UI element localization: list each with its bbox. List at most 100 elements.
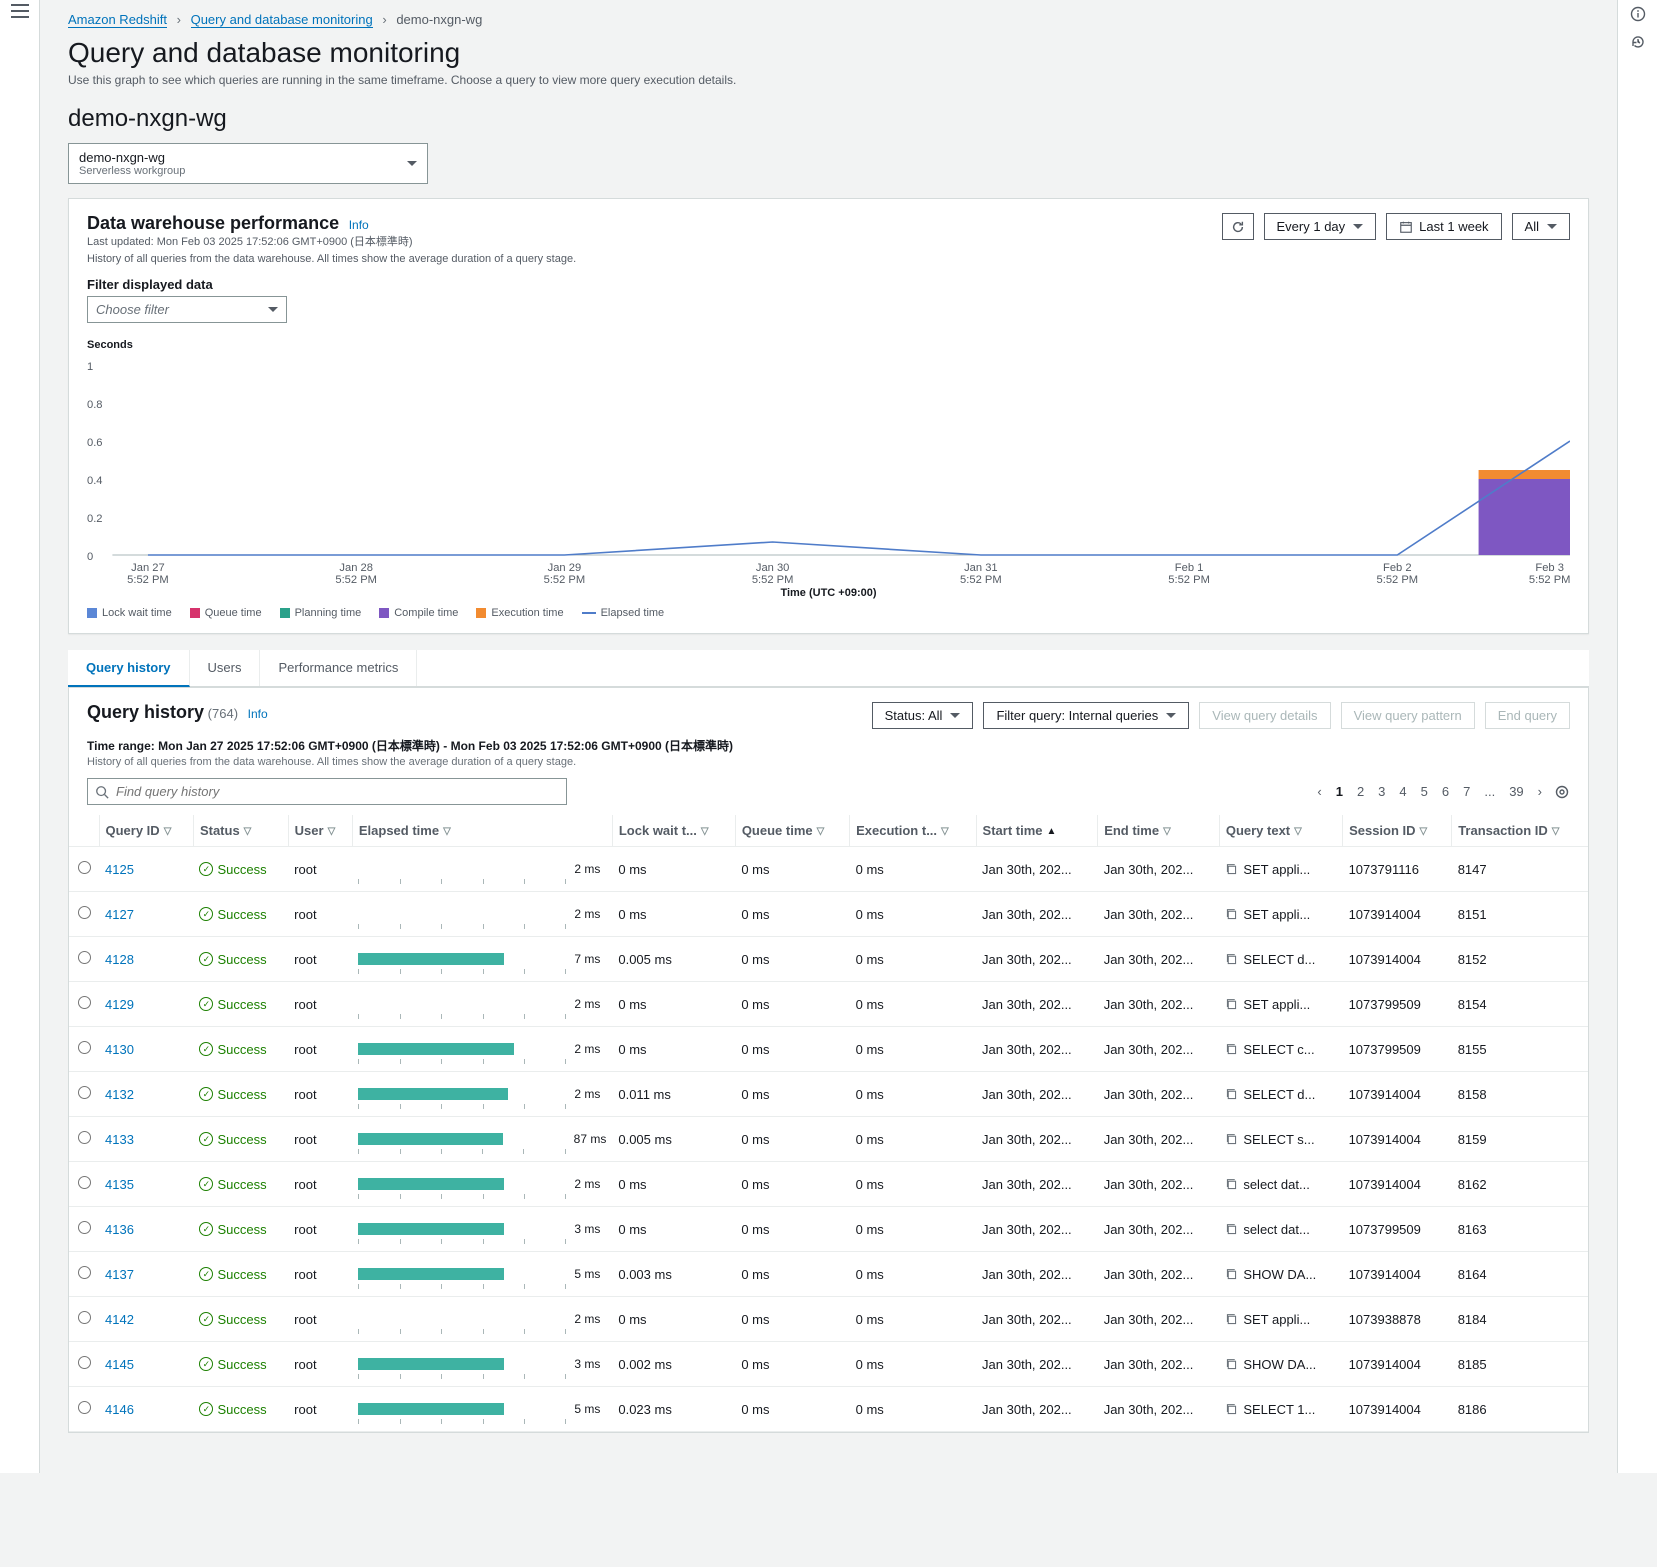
query-id-link[interactable]: 4128 (105, 952, 134, 967)
page-1[interactable]: 1 (1334, 782, 1345, 801)
query-id-link[interactable]: 4130 (105, 1042, 134, 1057)
col-lock[interactable]: Lock wait t...▽ (612, 815, 735, 847)
info-circle-icon[interactable] (1630, 6, 1646, 22)
row-radio[interactable] (78, 951, 91, 964)
query-id-link[interactable]: 4137 (105, 1267, 134, 1282)
row-radio[interactable] (78, 1041, 91, 1054)
query-id-link[interactable]: 4142 (105, 1312, 134, 1327)
query-id-link[interactable]: 4125 (105, 862, 134, 877)
page-6[interactable]: 6 (1440, 782, 1451, 801)
copy-icon[interactable] (1225, 1133, 1238, 1146)
col-qtext[interactable]: Query text▽ (1219, 815, 1342, 847)
query-id-link[interactable]: 4129 (105, 997, 134, 1012)
copy-icon[interactable] (1225, 1313, 1238, 1326)
end-cell: Jan 30th, 202... (1098, 937, 1220, 982)
tab-query-history[interactable]: Query history (68, 650, 190, 687)
query-id-link[interactable]: 4145 (105, 1357, 134, 1372)
refresh-button[interactable] (1222, 213, 1254, 240)
row-radio[interactable] (78, 1221, 91, 1234)
txn-cell: 8185 (1452, 1342, 1588, 1387)
col-session[interactable]: Session ID▽ (1343, 815, 1452, 847)
query-text-cell: SELECT d... (1225, 1087, 1336, 1102)
check-circle-icon: ✓ (199, 1177, 213, 1191)
status-badge: ✓Success (199, 1357, 282, 1372)
copy-icon[interactable] (1225, 998, 1238, 1011)
copy-icon[interactable] (1225, 1223, 1238, 1236)
page-7[interactable]: 7 (1461, 782, 1472, 801)
page-5[interactable]: 5 (1419, 782, 1430, 801)
query-id-link[interactable]: 4146 (105, 1402, 134, 1417)
query-id-link[interactable]: 4127 (105, 907, 134, 922)
copy-icon[interactable] (1225, 1403, 1238, 1416)
info-link[interactable]: Info (349, 218, 369, 232)
breadcrumb-root[interactable]: Amazon Redshift (68, 12, 167, 28)
col-exec[interactable]: Execution t...▽ (850, 815, 976, 847)
row-radio[interactable] (78, 1356, 91, 1369)
copy-icon[interactable] (1225, 1088, 1238, 1101)
row-radio[interactable] (78, 1311, 91, 1324)
page-next[interactable]: › (1536, 782, 1544, 801)
breadcrumb-mid[interactable]: Query and database monitoring (191, 12, 373, 28)
page-last[interactable]: 39 (1507, 782, 1525, 801)
check-circle-icon: ✓ (199, 1087, 213, 1101)
lock-cell: 0 ms (612, 982, 735, 1027)
col-query-id[interactable]: Query ID▽ (99, 815, 193, 847)
exec-cell: 0 ms (850, 1117, 976, 1162)
txn-cell: 8147 (1452, 847, 1588, 892)
page-prev[interactable]: ‹ (1315, 782, 1323, 801)
view-details-button[interactable]: View query details (1199, 702, 1330, 729)
row-radio[interactable] (78, 1176, 91, 1189)
settings-icon[interactable] (1554, 784, 1570, 800)
menu-icon[interactable] (11, 4, 29, 18)
copy-icon[interactable] (1225, 863, 1238, 876)
all-selector[interactable]: All (1512, 213, 1570, 240)
chart-y-label: Seconds (87, 339, 1570, 351)
end-query-button[interactable]: End query (1485, 702, 1570, 729)
col-queue[interactable]: Queue time▽ (735, 815, 849, 847)
interval-selector[interactable]: Every 1 day (1264, 213, 1377, 240)
queue-cell: 0 ms (735, 937, 849, 982)
exec-cell: 0 ms (850, 1072, 976, 1117)
row-radio[interactable] (78, 1086, 91, 1099)
status-filter-button[interactable]: Status: All (872, 702, 974, 729)
query-id-link[interactable]: 4132 (105, 1087, 134, 1102)
copy-icon[interactable] (1225, 908, 1238, 921)
tab-performance-metrics[interactable]: Performance metrics (260, 650, 417, 686)
search-input[interactable] (87, 778, 567, 805)
tab-users[interactable]: Users (190, 650, 261, 686)
exec-cell: 0 ms (850, 847, 976, 892)
col-start[interactable]: Start time▲ (976, 815, 1098, 847)
query-filter-button[interactable]: Filter query: Internal queries (983, 702, 1189, 729)
session-cell: 1073914004 (1343, 1387, 1452, 1432)
copy-icon[interactable] (1225, 1268, 1238, 1281)
copy-icon[interactable] (1225, 1043, 1238, 1056)
col-end[interactable]: End time▽ (1098, 815, 1220, 847)
page-3[interactable]: 3 (1376, 782, 1387, 801)
query-id-link[interactable]: 4135 (105, 1177, 134, 1192)
query-id-link[interactable]: 4133 (105, 1132, 134, 1147)
col-txn[interactable]: Transaction ID▽ (1452, 815, 1588, 847)
query-id-link[interactable]: 4136 (105, 1222, 134, 1237)
copy-icon[interactable] (1225, 1178, 1238, 1191)
info-link[interactable]: Info (248, 707, 268, 721)
copy-icon[interactable] (1225, 953, 1238, 966)
queue-cell: 0 ms (735, 1297, 849, 1342)
row-radio[interactable] (78, 1131, 91, 1144)
col-elapsed[interactable]: Elapsed time▽ (352, 815, 612, 847)
workgroup-selector[interactable]: demo-nxgn-wg Serverless workgroup (68, 143, 428, 184)
filter-select[interactable]: Choose filter (87, 296, 287, 323)
row-radio[interactable] (78, 996, 91, 1009)
view-pattern-button[interactable]: View query pattern (1341, 702, 1475, 729)
row-radio[interactable] (78, 1401, 91, 1414)
copy-icon[interactable] (1225, 1358, 1238, 1371)
lock-cell: 0.023 ms (612, 1387, 735, 1432)
row-radio[interactable] (78, 861, 91, 874)
col-status[interactable]: Status▽ (193, 815, 288, 847)
range-selector[interactable]: Last 1 week (1386, 213, 1501, 240)
col-user[interactable]: User▽ (288, 815, 352, 847)
row-radio[interactable] (78, 1266, 91, 1279)
row-radio[interactable] (78, 906, 91, 919)
history-icon[interactable] (1630, 34, 1646, 50)
page-2[interactable]: 2 (1355, 782, 1366, 801)
page-4[interactable]: 4 (1397, 782, 1408, 801)
